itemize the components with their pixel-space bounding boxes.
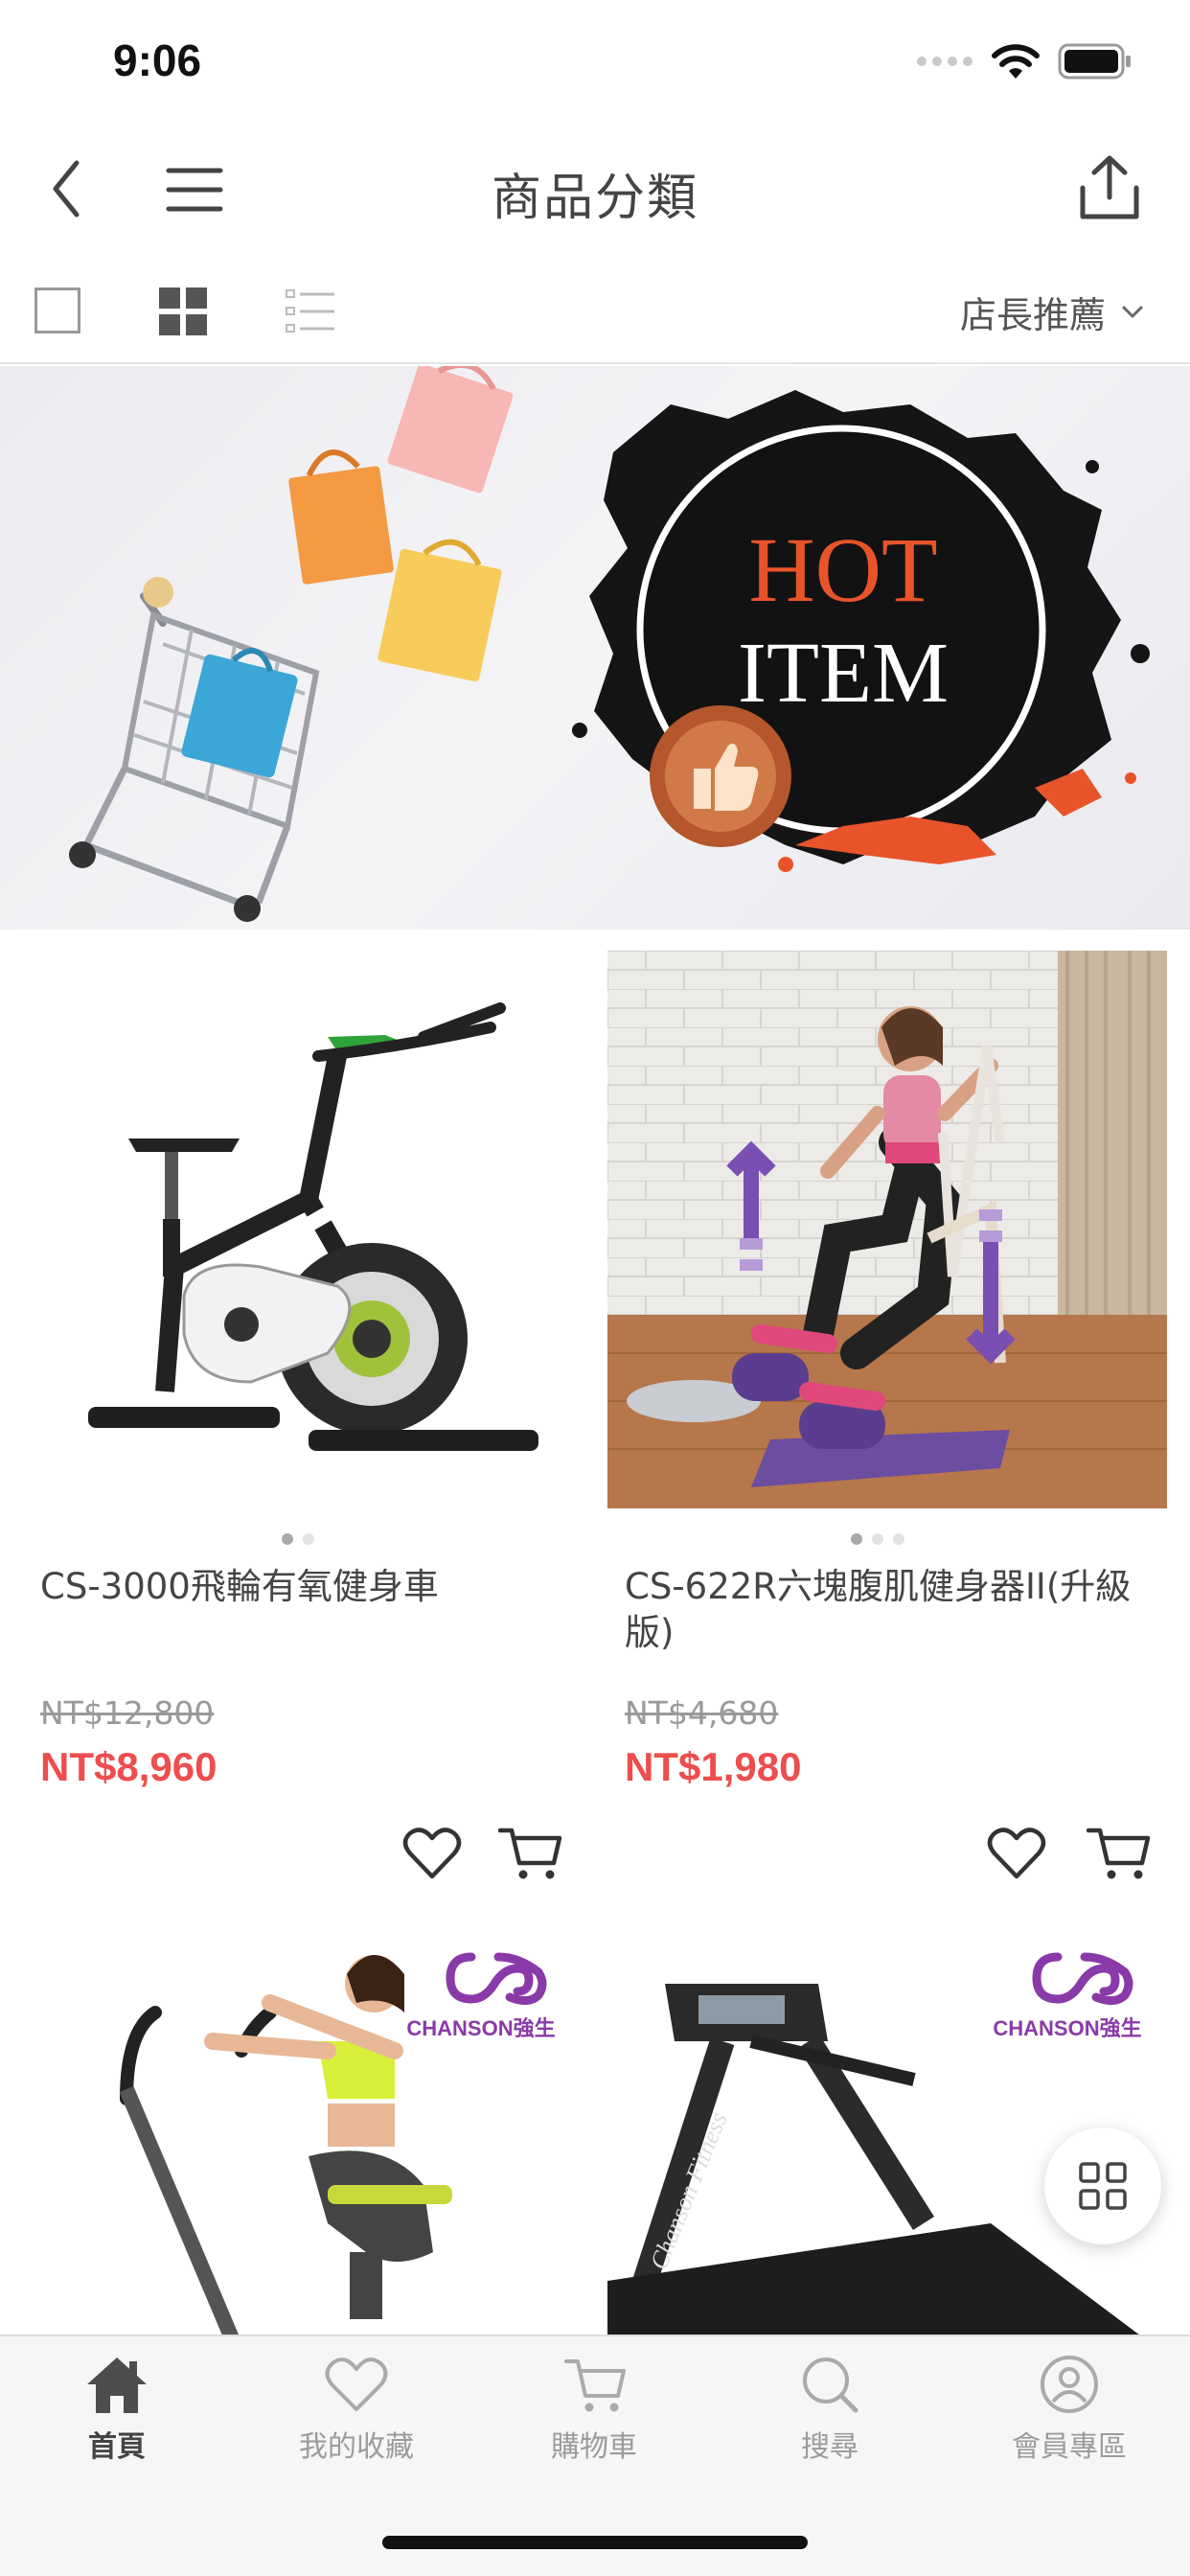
grid-view-icon[interactable]	[159, 288, 207, 335]
heart-icon[interactable]	[402, 1825, 462, 1882]
banner-illustration: HOT ITEM	[69, 366, 1150, 922]
share-icon[interactable]	[1079, 153, 1140, 222]
product-image[interactable]	[607, 951, 1167, 1508]
sale-price: NT$1,980	[625, 1744, 802, 1789]
product-name[interactable]: CS-3000飛輪有氧健身車	[40, 1564, 577, 1610]
tab-label: 購物車	[551, 2430, 637, 2464]
banner-line1: HOT	[748, 518, 937, 621]
status-time: 9:06	[113, 35, 202, 85]
sort-label: 店長推薦	[959, 294, 1106, 336]
product-card[interactable]: CHANSON強生	[21, 1936, 596, 2334]
home-icon	[87, 2358, 147, 2413]
shopping-cart-illustration	[69, 577, 320, 922]
tab-label: 首頁	[88, 2430, 146, 2464]
product-image[interactable]	[21, 951, 581, 1508]
pagination-dot	[851, 1533, 862, 1545]
status-icons	[916, 42, 1133, 80]
tab-member[interactable]: 會員專區	[973, 2354, 1165, 2465]
heart-icon[interactable]	[987, 1825, 1046, 1882]
hot-item-badge: HOT ITEM	[572, 390, 1150, 872]
page-title: 商品分類	[491, 170, 698, 227]
product-name[interactable]: CS-622R六塊腹肌健身器II(升級版)	[625, 1564, 1161, 1656]
exercise-bike-image	[88, 1002, 538, 1451]
image-pagination	[851, 1533, 904, 1545]
tab-label: 會員專區	[1012, 2430, 1127, 2464]
tab-home[interactable]: 首頁	[21, 2354, 213, 2465]
hot-item-banner[interactable]: HOT ITEM	[0, 366, 1190, 930]
pagination-dot	[893, 1533, 904, 1545]
signal-icon	[917, 57, 973, 66]
home-indicator	[382, 2536, 808, 2549]
product-card[interactable]: CS-622R六塊腹肌健身器II(升級版) NT$4,680 NT$1,980	[607, 951, 1182, 1909]
status-bar: 9:06	[0, 0, 1190, 125]
svg-text:CHANSON強生: CHANSON強生	[993, 2016, 1141, 2040]
brand-logo: CHANSON強生	[406, 1952, 556, 2040]
cart-icon	[564, 2359, 626, 2412]
sort-dropdown[interactable]: 店長推薦	[960, 286, 1144, 338]
product-card[interactable]: CS-3000飛輪有氧健身車 NT$12,800 NT$8,960	[0, 951, 581, 1909]
view-toolbar: 店長推薦	[0, 266, 1190, 364]
tab-label: 搜尋	[801, 2430, 858, 2464]
floating-menu-button[interactable]	[1044, 2128, 1161, 2244]
banner-line2: ITEM	[738, 626, 949, 721]
brand-logo: CHANSON強生	[993, 1952, 1142, 2040]
product-image: CHANSON強生	[119, 1952, 556, 2334]
nav-bar: 商品分類	[0, 134, 1190, 249]
pagination-dot	[282, 1533, 293, 1545]
battery-icon	[1058, 43, 1131, 80]
original-price: NT$12,800	[40, 1694, 215, 1732]
tab-favorites[interactable]: 我的收藏	[261, 2354, 452, 2465]
ab-trainer-image	[607, 951, 1167, 1508]
search-icon	[803, 2358, 858, 2413]
svg-text:CHANSON強生: CHANSON強生	[406, 2016, 555, 2040]
grid-menu-icon	[1079, 2162, 1127, 2210]
cart-icon[interactable]	[498, 1825, 563, 1882]
chevron-down-icon	[1122, 306, 1143, 317]
tab-cart[interactable]: 購物車	[498, 2354, 690, 2465]
cart-icon[interactable]	[1087, 1825, 1152, 1882]
tab-search[interactable]: 搜尋	[734, 2354, 926, 2465]
list-view-icon[interactable]	[286, 288, 335, 335]
wifi-icon	[992, 44, 1040, 79]
image-pagination	[282, 1533, 314, 1545]
pagination-dot	[303, 1533, 314, 1545]
heart-icon	[325, 2358, 388, 2411]
user-icon	[1041, 2356, 1098, 2413]
pagination-dot	[872, 1533, 883, 1545]
tab-label: 我的收藏	[299, 2430, 414, 2464]
sale-price: NT$8,960	[40, 1744, 217, 1789]
original-price: NT$4,680	[625, 1694, 779, 1732]
single-view-toggle[interactable]	[34, 288, 80, 334]
